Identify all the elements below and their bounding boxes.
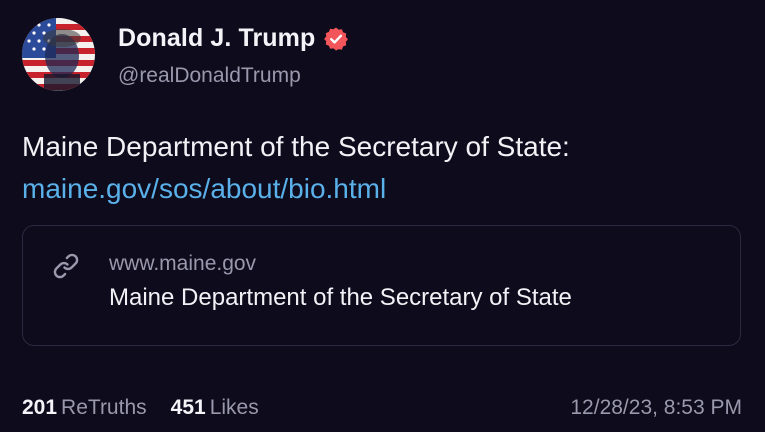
retruths-stat[interactable]: 201 ReTruths (22, 396, 147, 420)
retruths-count: 201 (22, 396, 58, 419)
link-preview-card[interactable]: www.maine.gov Maine Department of the Se… (22, 225, 741, 346)
post: Donald J. Trump @realDonaldTrump Maine D… (0, 0, 765, 432)
author-display-name[interactable]: Donald J. Trump (118, 24, 315, 53)
verified-badge-icon (324, 27, 349, 50)
author-row: Donald J. Trump (118, 24, 349, 53)
likes-count: 451 (170, 396, 206, 419)
post-stats: 201 ReTruths 451 Likes (22, 396, 259, 420)
retruths-label: ReTruths (61, 396, 147, 419)
post-timestamp: 12/28/23, 8:53 PM (570, 396, 742, 419)
link-icon (53, 253, 79, 279)
post-link[interactable]: maine.gov/sos/about/bio.html (22, 168, 570, 210)
link-card-title: Maine Department of the Secretary of Sta… (109, 284, 572, 311)
likes-label: Likes (209, 396, 259, 419)
post-text: Maine Department of the Secretary of Sta… (22, 131, 570, 162)
avatar[interactable] (22, 18, 95, 91)
link-card-domain: www.maine.gov (109, 252, 257, 275)
post-body: Maine Department of the Secretary of Sta… (22, 126, 570, 210)
author-handle[interactable]: @realDonaldTrump (118, 64, 301, 88)
likes-stat[interactable]: 451 Likes (171, 396, 259, 420)
